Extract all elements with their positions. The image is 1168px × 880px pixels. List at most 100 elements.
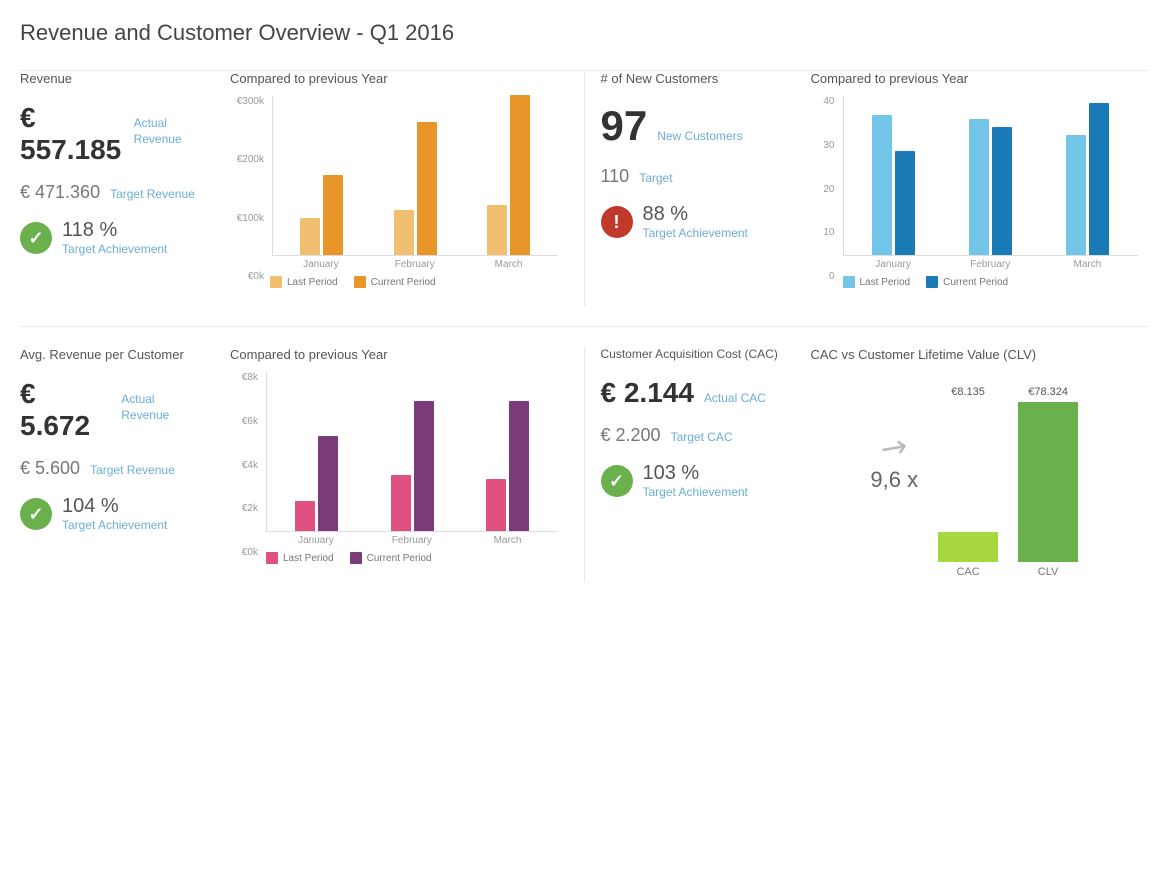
- cac-section: Customer Acquisition Cost (CAC) € 2.144 …: [601, 347, 1149, 582]
- customers-actual-value: 97: [601, 102, 648, 150]
- y-label: 0: [811, 271, 835, 282]
- avg-revenue-legend: Last Period Current Period: [266, 552, 558, 564]
- bottom-row: Avg. Revenue per Customer € 5.672 Actual…: [20, 326, 1148, 602]
- cust-x-label-jan: January: [851, 259, 936, 270]
- avg-revenue-y-axis: €8k €6k €4k €2k €0k: [230, 372, 262, 558]
- cac-chart-label: CAC vs Customer Lifetime Value (CLV): [811, 347, 1139, 362]
- avg-revenue-x-labels: January February March: [266, 532, 558, 546]
- customers-actual-label: New Customers: [657, 129, 742, 145]
- cust-x-label-feb: February: [948, 259, 1033, 270]
- cac-target-value: € 2.200: [601, 425, 661, 446]
- avg-revenue-bars: [266, 372, 558, 532]
- avg-x-label-mar: March: [466, 535, 550, 546]
- revenue-x-labels: January February March: [272, 256, 558, 270]
- cac-bar-group: €8.135 CAC: [938, 386, 998, 578]
- bar-group-feb: [375, 122, 457, 255]
- avg-revenue-section: Avg. Revenue per Customer € 5.672 Actual…: [20, 347, 568, 582]
- cust-legend-color-current: [926, 276, 938, 288]
- cust-x-label-mar: March: [1045, 259, 1130, 270]
- x-label-jan: January: [280, 259, 362, 270]
- revenue-target-label: Target Revenue: [110, 187, 195, 203]
- avg-bar-last-jan: [295, 501, 315, 531]
- cust-bar-last-jan: [872, 115, 892, 255]
- avg-x-label-feb: February: [370, 535, 454, 546]
- clv-bar-group: €78.324 CLV: [1018, 386, 1078, 578]
- avg-revenue-target: € 5.600 Target Revenue: [20, 458, 204, 479]
- avg-bar-current-feb: [414, 401, 434, 531]
- revenue-actual-value: € 557.185: [20, 102, 124, 166]
- warning-icon: [601, 206, 633, 238]
- y-label: 30: [811, 140, 835, 151]
- clv-bar: [1018, 402, 1078, 562]
- revenue-achievement-value: 118 %: [62, 219, 167, 242]
- cust-legend-color-last: [843, 276, 855, 288]
- cust-bar-group-mar: [1045, 103, 1130, 255]
- customers-target: 110 Target: [601, 166, 785, 187]
- legend-current: Current Period: [354, 276, 436, 288]
- cac-bar-label-top: €8.135: [951, 386, 985, 398]
- clv-bar-label-top: €78.324: [1028, 386, 1068, 398]
- customers-x-labels: January February March: [843, 256, 1139, 270]
- customers-section: # of New Customers 97 New Customers 110 …: [601, 71, 1149, 306]
- y-label: €8k: [230, 372, 258, 383]
- cac-actual-label: Actual CAC: [704, 391, 766, 407]
- avg-bar-group-mar: [466, 401, 550, 531]
- cust-bar-current-mar: [1089, 103, 1109, 255]
- cac-actual: € 2.144 Actual CAC: [601, 377, 785, 409]
- avg-revenue-chart-section: Compared to previous Year €8k €6k €4k €2…: [220, 347, 568, 582]
- customers-target-label: Target: [639, 171, 672, 187]
- avg-legend-last-label: Last Period: [283, 553, 334, 564]
- cac-achievement-value: 103 %: [643, 462, 748, 485]
- avg-revenue-actual-label: Actual Revenue: [121, 392, 204, 423]
- bar-current-mar: [510, 95, 530, 255]
- cac-metrics: Customer Acquisition Cost (CAC) € 2.144 …: [601, 347, 801, 501]
- avg-bar-group-feb: [371, 401, 455, 531]
- y-label: 20: [811, 184, 835, 195]
- avg-revenue-metrics: Avg. Revenue per Customer € 5.672 Actual…: [20, 347, 220, 534]
- y-label: 40: [811, 96, 835, 107]
- bar-group-jan: [281, 175, 363, 255]
- legend-last: Last Period: [270, 276, 338, 288]
- customers-achievement: 88 % Target Achievement: [601, 203, 785, 242]
- avg-legend-current-label: Current Period: [367, 553, 432, 564]
- cac-bar-label-bottom: CAC: [956, 566, 979, 578]
- legend-last-label: Last Period: [287, 277, 338, 288]
- cust-legend-current-label: Current Period: [943, 277, 1008, 288]
- bar-last-feb: [394, 210, 414, 255]
- y-label: €4k: [230, 460, 258, 471]
- multiplier-block: ↗ 9,6 x: [870, 431, 918, 533]
- y-label: €0k: [230, 547, 258, 558]
- customers-achievement-value: 88 %: [643, 203, 748, 226]
- y-label: €100k: [230, 213, 264, 224]
- cac-bar: [938, 532, 998, 562]
- bar-last-mar: [487, 205, 507, 255]
- cust-legend-last-label: Last Period: [860, 277, 911, 288]
- customers-y-axis: 40 30 20 10 0: [811, 96, 839, 282]
- arrow-icon: ↗: [874, 426, 914, 468]
- bar-last-jan: [300, 218, 320, 255]
- avg-revenue-chart-label: Compared to previous Year: [230, 347, 558, 362]
- avg-check-icon: [20, 498, 52, 530]
- legend-color-last: [270, 276, 282, 288]
- cac-bar-wrapper: [938, 402, 998, 562]
- cust-bar-current-feb: [992, 127, 1012, 255]
- customers-target-value: 110: [601, 166, 630, 187]
- divider-1: [584, 71, 585, 306]
- bar-current-feb: [417, 122, 437, 255]
- top-row: Revenue € 557.185 Actual Revenue € 471.3…: [20, 70, 1148, 326]
- avg-revenue-actual-value: € 5.672: [20, 378, 111, 442]
- customers-achievement-label: Target Achievement: [643, 226, 748, 242]
- revenue-achievement-label: Target Achievement: [62, 242, 167, 258]
- legend-current-label: Current Period: [371, 277, 436, 288]
- avg-revenue-achievement: 104 % Target Achievement: [20, 495, 204, 534]
- revenue-chart-section: Compared to previous Year €300k €200k €1…: [220, 71, 568, 306]
- y-label: 10: [811, 227, 835, 238]
- avg-bar-current-mar: [509, 401, 529, 531]
- cust-bar-group-feb: [948, 119, 1033, 255]
- page-title: Revenue and Customer Overview - Q1 2016: [20, 20, 1148, 46]
- cac-achievement: 103 % Target Achievement: [601, 462, 785, 501]
- revenue-metrics: Revenue € 557.185 Actual Revenue € 471.3…: [20, 71, 220, 258]
- revenue-target: € 471.360 Target Revenue: [20, 182, 204, 203]
- y-label: €6k: [230, 416, 258, 427]
- y-label: €0k: [230, 271, 264, 282]
